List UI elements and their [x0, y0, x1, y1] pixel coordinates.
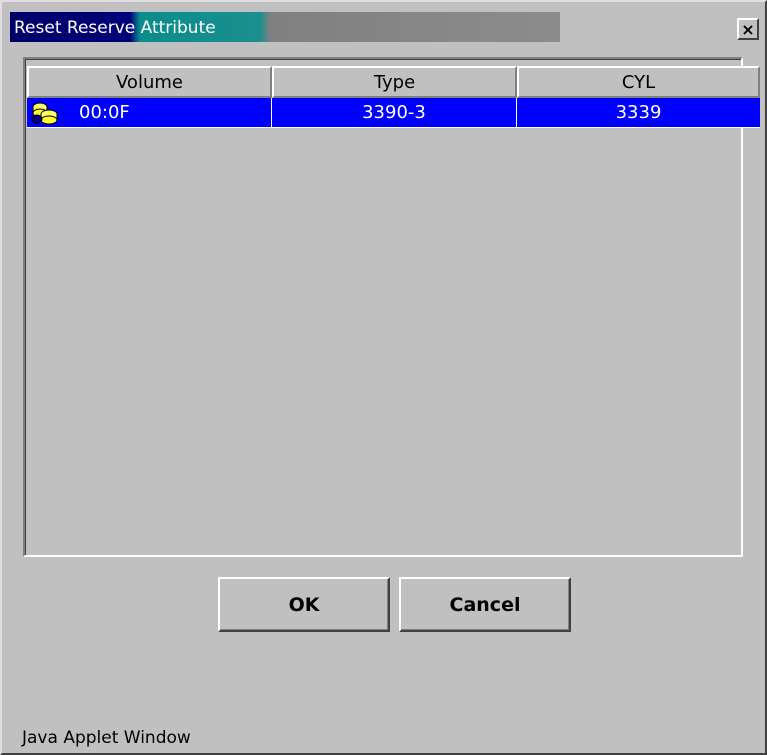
cell-volume: 00:0F	[27, 98, 272, 128]
cancel-button[interactable]: Cancel	[399, 577, 571, 632]
column-header-type[interactable]: Type	[272, 66, 517, 98]
cyl-value: 3339	[615, 102, 662, 123]
column-header-cyl[interactable]: CYL	[517, 66, 760, 98]
window-title: Reset Reserve Attribute	[14, 18, 216, 38]
ok-button[interactable]: OK	[218, 577, 390, 632]
title-bar[interactable]: Reset Reserve Attribute ×	[10, 10, 760, 47]
table-inner-border	[25, 59, 741, 555]
type-value: 3390-3	[362, 102, 426, 123]
volume-table: Volume Type CYL 00:0F 3390-3 3339	[23, 57, 760, 557]
cell-type: 3390-3	[272, 98, 517, 128]
table-header-row: Volume Type CYL	[27, 66, 760, 98]
table-row[interactable]: 00:0F 3390-3 3339	[27, 98, 760, 128]
close-icon: ×	[741, 19, 755, 39]
dialog-window: Reset Reserve Attribute × Volume Type CY…	[0, 0, 767, 755]
column-header-volume[interactable]: Volume	[27, 66, 272, 98]
volume-value: 00:0F	[79, 102, 130, 123]
cell-cyl: 3339	[517, 98, 760, 128]
close-button[interactable]: ×	[737, 18, 759, 40]
applet-warning-label: Java Applet Window	[22, 728, 191, 748]
volume-icon	[31, 102, 58, 124]
